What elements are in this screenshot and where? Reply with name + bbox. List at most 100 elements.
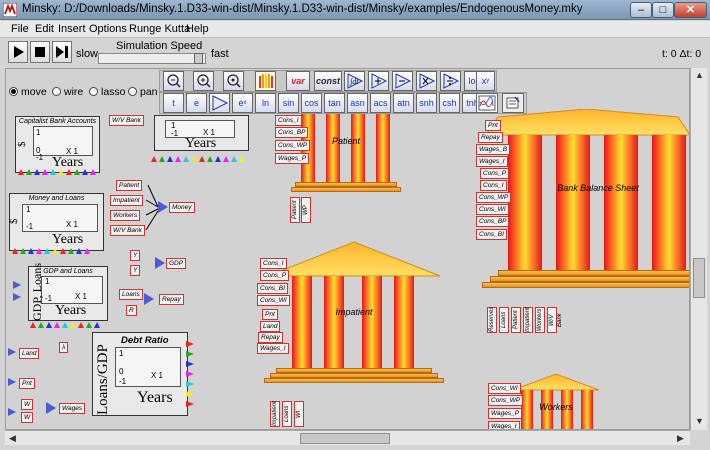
menu-edit[interactable]: Edit bbox=[35, 23, 54, 35]
model-canvas[interactable]: move wire lasso pan var const ∫dt log xʸ… bbox=[5, 68, 690, 430]
godley-table-button[interactable] bbox=[255, 71, 276, 91]
bank-var-vertical[interactable]: WP bbox=[301, 197, 311, 223]
copy-button[interactable] bbox=[209, 93, 230, 113]
input-port[interactable] bbox=[8, 348, 16, 356]
bank-var[interactable]: Cons_WI bbox=[488, 383, 521, 394]
step-button[interactable] bbox=[52, 41, 72, 63]
atan-button[interactable]: atn bbox=[393, 93, 414, 113]
time-button[interactable]: t bbox=[163, 93, 184, 113]
radio-pan[interactable] bbox=[128, 87, 137, 96]
bank-var-vertical[interactable]: Patient bbox=[511, 307, 521, 333]
bank-var[interactable]: Wages_P bbox=[275, 153, 310, 164]
godley-money-and-loans[interactable]: Money and Loans 1 -1 X 1 Years $ bbox=[8, 193, 104, 251]
pow-button[interactable]: xʸ bbox=[476, 71, 495, 91]
bank-var[interactable]: Wages_B bbox=[476, 144, 511, 155]
variable-w-2[interactable]: W bbox=[21, 412, 34, 423]
bank-var[interactable]: Wages_P bbox=[488, 408, 523, 419]
input-port[interactable] bbox=[8, 378, 16, 386]
variable-lambda[interactable]: λ bbox=[59, 342, 69, 353]
bank-var[interactable]: Cons_P bbox=[480, 168, 510, 179]
tan-button[interactable]: tan bbox=[324, 93, 345, 113]
bank-var-vertical[interactable]: Patient bbox=[290, 197, 300, 223]
bank-var[interactable]: Wages_I bbox=[476, 156, 508, 167]
bank-var[interactable]: Repay bbox=[258, 332, 283, 343]
bank-var[interactable]: Wages_I bbox=[257, 343, 289, 354]
cosh-button[interactable]: csh bbox=[439, 93, 460, 113]
zoom-in-button[interactable] bbox=[193, 71, 214, 91]
scroll-up-arrow-icon[interactable]: ▲ bbox=[692, 68, 707, 83]
variable-r[interactable]: R bbox=[126, 305, 137, 316]
bank-var[interactable]: Pnt bbox=[485, 120, 501, 131]
mode-pan[interactable]: pan bbox=[128, 86, 158, 98]
bank-var[interactable]: Cons_BI bbox=[476, 229, 507, 240]
bank-var[interactable]: Cons_I bbox=[260, 258, 287, 269]
bank-var-vertical[interactable]: Reserves bbox=[487, 307, 497, 333]
bank-workers[interactable]: Workers bbox=[511, 372, 601, 429]
menu-runge-kutta[interactable]: Runge Kutta bbox=[129, 23, 190, 35]
ln-button[interactable]: ln bbox=[255, 93, 276, 113]
bank-impatient[interactable]: Impatient bbox=[264, 240, 444, 390]
horizontal-scrollbar[interactable]: ◀ ▶ bbox=[5, 430, 690, 445]
plus-button[interactable] bbox=[368, 71, 389, 91]
variable-repay[interactable]: Repay bbox=[159, 294, 184, 305]
variable-y-2[interactable]: Y bbox=[130, 265, 141, 276]
minus-button[interactable] bbox=[392, 71, 413, 91]
bank-var-vertical[interactable]: Loans bbox=[499, 307, 509, 333]
radio-move[interactable] bbox=[9, 87, 18, 96]
plot-debt-ratio[interactable]: Debt Ratio 1 0 -1 X 1 Years Loans/GDP bbox=[92, 332, 188, 416]
menu-insert[interactable]: Insert bbox=[58, 23, 86, 35]
bank-var-vertical[interactable]: Impatient bbox=[270, 401, 280, 427]
sinh-button[interactable]: snh bbox=[416, 93, 437, 113]
bank-var[interactable]: Cons_BP bbox=[476, 216, 510, 227]
variable-y[interactable]: Y bbox=[130, 250, 141, 261]
variable-loans[interactable]: Loans bbox=[119, 289, 143, 300]
scroll-down-arrow-icon[interactable]: ▼ bbox=[692, 414, 707, 429]
bank-var[interactable]: Pnt bbox=[262, 309, 278, 320]
integral-button[interactable]: ∫dt bbox=[344, 71, 365, 91]
bank-var[interactable]: Cons_I bbox=[275, 115, 302, 126]
variable-pnt[interactable]: Pnt bbox=[19, 378, 35, 389]
bank-var[interactable]: Cons_WP bbox=[488, 395, 524, 406]
bank-var-vertical[interactable]: Workers bbox=[535, 307, 545, 333]
variable-land[interactable]: Land bbox=[19, 348, 40, 359]
exp-button[interactable]: eˣ bbox=[232, 93, 253, 113]
horizontal-scroll-thumb[interactable] bbox=[300, 433, 390, 444]
variable-gdp[interactable]: GDP bbox=[166, 258, 187, 269]
variable-money[interactable]: Money bbox=[169, 202, 195, 213]
zoom-out-button[interactable] bbox=[163, 71, 184, 91]
minimize-button[interactable]: – bbox=[630, 2, 652, 18]
bank-var-vertical[interactable]: WI bbox=[294, 401, 304, 427]
mode-lasso[interactable]: lasso bbox=[89, 86, 126, 98]
plot-bank-accounts-right[interactable]: 1 -1 X 1 Years bbox=[154, 115, 249, 151]
menu-options[interactable]: Options bbox=[89, 23, 127, 35]
bank-var[interactable]: Cons_BP bbox=[275, 127, 309, 138]
bank-var[interactable]: Repay bbox=[478, 132, 503, 143]
bank-var[interactable]: Cons_WI bbox=[476, 204, 509, 215]
acos-button[interactable]: acs bbox=[370, 93, 391, 113]
input-port[interactable] bbox=[13, 281, 21, 289]
bank-var-vertical[interactable]: W/V Bank bbox=[547, 307, 563, 333]
menu-help[interactable]: Help bbox=[186, 23, 209, 35]
bank-var[interactable]: Cons_WP bbox=[275, 140, 311, 151]
radio-wire[interactable] bbox=[52, 87, 61, 96]
bank-var[interactable]: Cons_WI bbox=[257, 295, 290, 306]
bank-var[interactable]: Cons_BI bbox=[257, 283, 288, 294]
mode-move[interactable]: move bbox=[9, 86, 47, 98]
scroll-right-arrow-icon[interactable]: ▶ bbox=[673, 431, 688, 446]
menu-file[interactable]: File bbox=[11, 23, 29, 35]
bank-var-vertical[interactable]: Impatient bbox=[523, 307, 533, 333]
close-button[interactable]: ✕ bbox=[674, 2, 707, 18]
sum-operator[interactable] bbox=[158, 201, 168, 213]
input-port[interactable] bbox=[8, 408, 16, 416]
bank-var[interactable]: Land bbox=[260, 321, 281, 332]
constant-button[interactable]: const bbox=[314, 71, 342, 91]
asin-button[interactable]: asn bbox=[347, 93, 368, 113]
multiply-operator-gdp[interactable] bbox=[155, 257, 165, 269]
maximize-button[interactable]: □ bbox=[652, 2, 674, 18]
multiply-operator-wages[interactable] bbox=[46, 402, 56, 414]
zoom-reset-button[interactable] bbox=[223, 71, 244, 91]
speed-slider-thumb[interactable] bbox=[194, 53, 203, 64]
variable-wages[interactable]: Wages bbox=[59, 403, 86, 414]
sin-button[interactable]: sin bbox=[278, 93, 299, 113]
input-port[interactable] bbox=[13, 293, 21, 301]
